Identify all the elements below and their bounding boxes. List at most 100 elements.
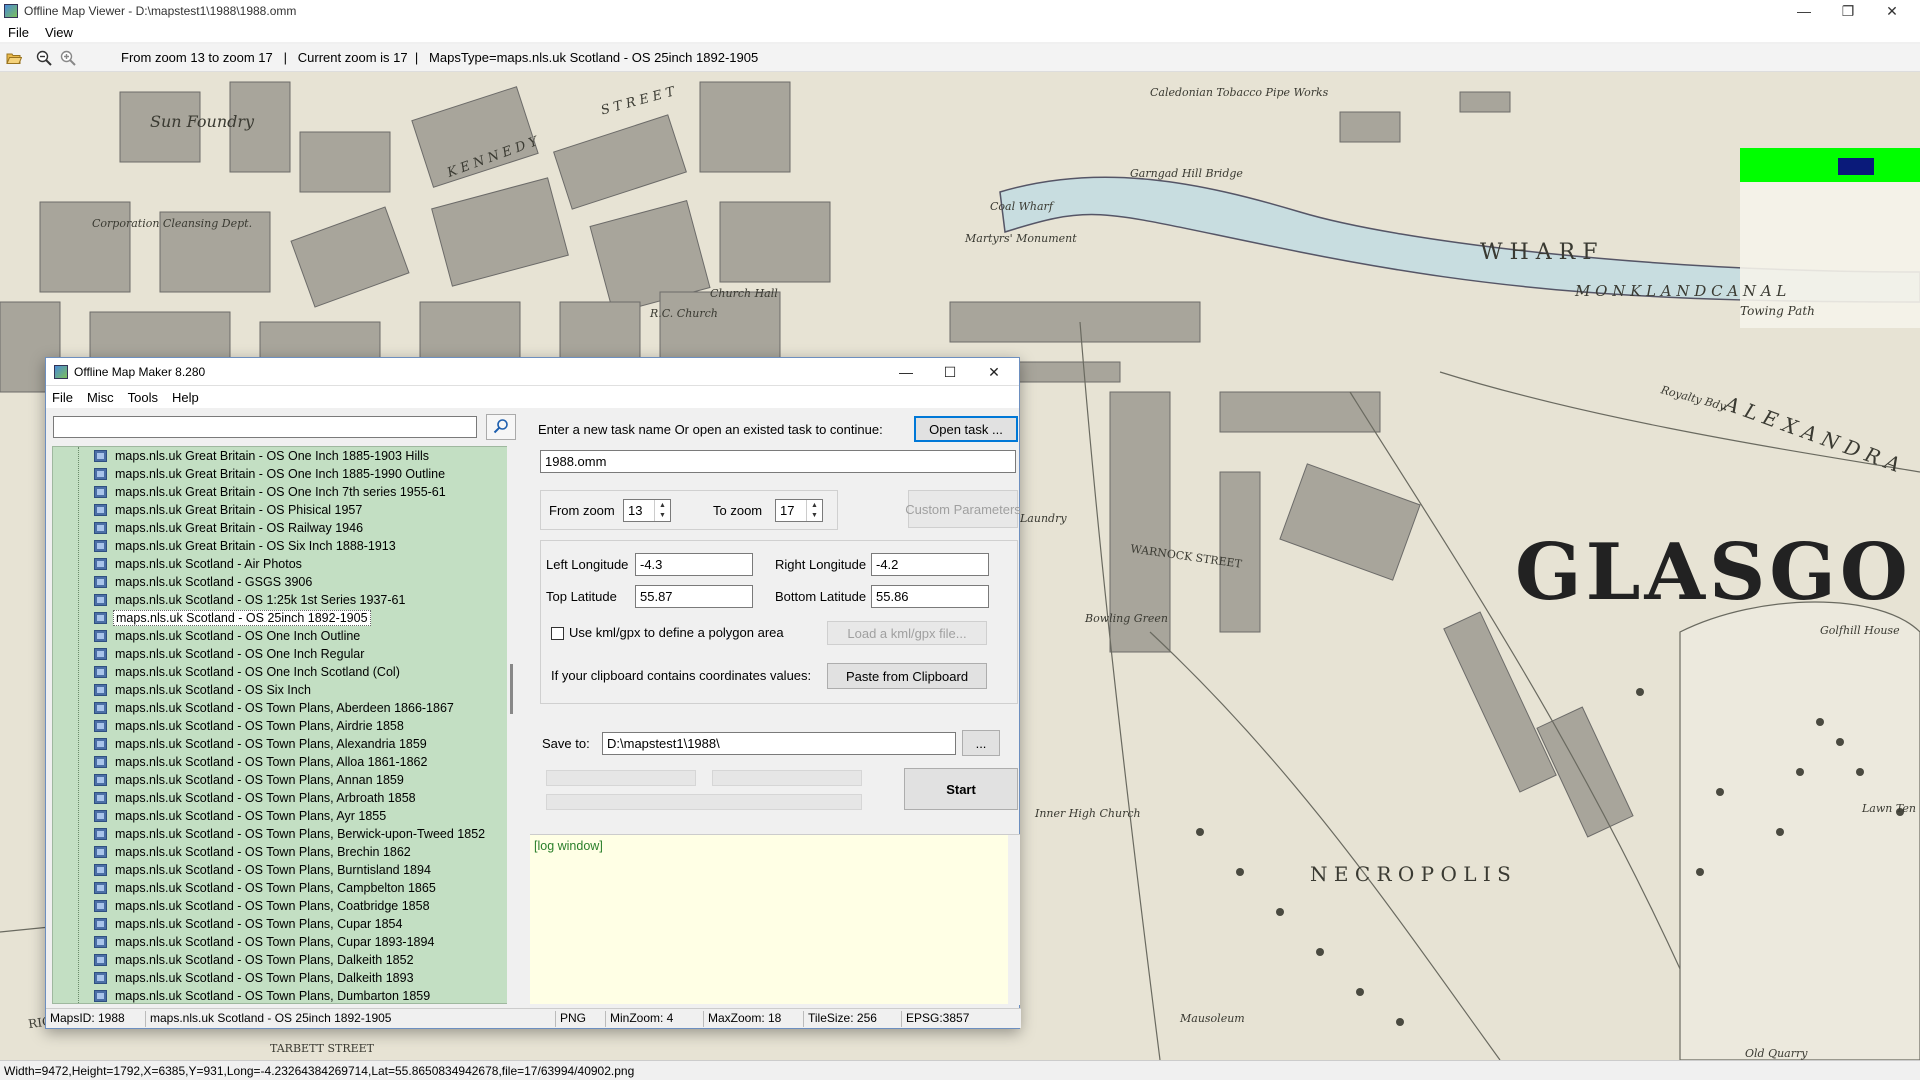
dialog-menu-tools[interactable]: Tools: [128, 390, 158, 405]
right-longitude-input[interactable]: -4.2: [871, 553, 989, 576]
bottom-latitude-input[interactable]: 55.86: [871, 585, 989, 608]
tree-item[interactable]: maps.nls.uk Scotland - OS Town Plans, Bu…: [53, 861, 511, 879]
spin-down-icon[interactable]: ▼: [807, 511, 822, 522]
progress-bar-3: [546, 794, 862, 810]
tree-item-label: maps.nls.uk Scotland - OS Town Plans, Ay…: [115, 809, 387, 823]
tree-item[interactable]: maps.nls.uk Scotland - OS Town Plans, Co…: [53, 897, 511, 915]
tree-item[interactable]: maps.nls.uk Great Britain - OS One Inch …: [53, 447, 511, 465]
tree-item-label: maps.nls.uk Scotland - OS Town Plans, Be…: [115, 827, 486, 841]
map-label-rc-church: R.C. Church: [650, 307, 718, 320]
tree-item[interactable]: maps.nls.uk Great Britain - OS Six Inch …: [53, 537, 511, 555]
to-zoom-label: To zoom: [713, 503, 763, 518]
tree-item[interactable]: maps.nls.uk Scotland - GSGS 3906: [53, 573, 511, 591]
map-label-mausoleum: Mausoleum: [1180, 1012, 1245, 1025]
tree-item[interactable]: maps.nls.uk Scotland - OS One Inch Outli…: [53, 627, 511, 645]
minimize-icon[interactable]: —: [1782, 0, 1826, 22]
search-button[interactable]: [486, 414, 516, 440]
map-label-coal-wharf: Coal Wharf: [990, 200, 1053, 213]
custom-parameters-button[interactable]: Custom Parameters: [905, 490, 1021, 528]
map-label-laundry: Laundry: [1020, 512, 1067, 525]
map-label-monkland-canal: M O N K L A N D C A N A L: [1575, 282, 1787, 300]
dialog-menu-help[interactable]: Help: [172, 390, 199, 405]
tree-item-label: maps.nls.uk Scotland - OS Town Plans, Bu…: [115, 863, 431, 877]
tree-item[interactable]: maps.nls.uk Scotland - OS Town Plans, Ay…: [53, 807, 511, 825]
top-latitude-input[interactable]: 55.87: [635, 585, 753, 608]
tree-item-label: maps.nls.uk Scotland - OS One Inch Outli…: [115, 629, 361, 643]
tree-scrollbar[interactable]: [507, 446, 517, 1004]
tree-item[interactable]: maps.nls.uk Scotland - OS 25inch 1892-19…: [53, 609, 511, 627]
tree-item[interactable]: maps.nls.uk Scotland - OS Town Plans, Cu…: [53, 915, 511, 933]
start-button[interactable]: Start: [904, 768, 1018, 810]
save-to-input[interactable]: D:\mapstest1\1988\: [602, 732, 956, 755]
tree-item[interactable]: maps.nls.uk Scotland - OS Town Plans, Da…: [53, 969, 511, 987]
tree-item[interactable]: maps.nls.uk Great Britain - OS Phisical …: [53, 501, 511, 519]
map-layer-icon: [94, 720, 107, 732]
use-kml-checkbox[interactable]: [551, 627, 564, 640]
tree-item[interactable]: maps.nls.uk Scotland - OS Town Plans, Ar…: [53, 789, 511, 807]
open-task-button[interactable]: Open task ...: [914, 416, 1018, 442]
log-window[interactable]: [log window]: [530, 834, 1020, 1005]
folder-open-icon[interactable]: [5, 49, 23, 67]
tree-item[interactable]: maps.nls.uk Great Britain - OS One Inch …: [53, 465, 511, 483]
left-longitude-input[interactable]: -4.3: [635, 553, 753, 576]
close-icon[interactable]: ✕: [1870, 0, 1914, 22]
dialog-maximize-icon[interactable]: ☐: [928, 358, 972, 386]
map-label-caledonian: Caledonian Tobacco Pipe Works: [1150, 86, 1329, 99]
dialog-close-icon[interactable]: ✕: [972, 358, 1016, 386]
spin-down-icon[interactable]: ▼: [655, 511, 670, 522]
menu-file[interactable]: File: [8, 25, 29, 40]
log-scrollbar[interactable]: [1008, 835, 1020, 1005]
tree-item[interactable]: maps.nls.uk Scotland - Air Photos: [53, 555, 511, 573]
menu-view[interactable]: View: [45, 25, 73, 40]
dialog-menu-misc[interactable]: Misc: [87, 390, 114, 405]
browse-folder-button[interactable]: ...: [962, 730, 1000, 756]
tree-item[interactable]: maps.nls.uk Great Britain - OS Railway 1…: [53, 519, 511, 537]
tree-item[interactable]: maps.nls.uk Scotland - OS Town Plans, Be…: [53, 825, 511, 843]
dialog-titlebar[interactable]: Offline Map Maker 8.280 — ☐ ✕: [46, 358, 1019, 386]
tree-item-label: maps.nls.uk Scotland - OS One Inch Regul…: [115, 647, 365, 661]
map-search-input[interactable]: [53, 416, 477, 438]
tree-item[interactable]: maps.nls.uk Scotland - OS Town Plans, Br…: [53, 843, 511, 861]
tree-item[interactable]: maps.nls.uk Scotland - OS One Inch Regul…: [53, 645, 511, 663]
map-type-tree[interactable]: maps.nls.uk Great Britain - OS One Inch …: [52, 446, 512, 1004]
tree-item[interactable]: maps.nls.uk Scotland - OS Town Plans, Ab…: [53, 699, 511, 717]
progress-bar-2: [712, 770, 862, 786]
dialog-menubar: File Misc Tools Help: [46, 386, 1019, 408]
status-maps-id: MapsID: 1988: [46, 1011, 146, 1027]
tree-item[interactable]: maps.nls.uk Scotland - OS Town Plans, Da…: [53, 951, 511, 969]
tree-item[interactable]: maps.nls.uk Scotland - OS Town Plans, Cu…: [53, 933, 511, 951]
tree-item[interactable]: maps.nls.uk Scotland - OS Town Plans, An…: [53, 771, 511, 789]
map-label-wharf: W H A R F: [1480, 240, 1598, 265]
map-label-inner-high: Inner High Church: [1035, 807, 1141, 820]
tree-scrollbar-thumb[interactable]: [510, 664, 513, 714]
zoom-out-icon[interactable]: [35, 49, 53, 67]
to-zoom-spinner[interactable]: 17 ▲ ▼: [775, 499, 823, 522]
map-label-lawn-tennis: Lawn Ten Ground: [1862, 802, 1920, 815]
task-name-input[interactable]: 1988.omm: [540, 450, 1016, 473]
tree-item-label: maps.nls.uk Scotland - OS Town Plans, Ab…: [115, 701, 454, 715]
tree-item[interactable]: maps.nls.uk Scotland - OS Town Plans, Ca…: [53, 879, 511, 897]
tree-item[interactable]: maps.nls.uk Scotland - OS Town Plans, Al…: [53, 735, 511, 753]
map-layer-icon: [94, 504, 107, 516]
tree-item[interactable]: maps.nls.uk Scotland - OS Town Plans, Du…: [53, 987, 511, 1003]
map-layer-icon: [94, 882, 107, 894]
load-kml-button[interactable]: Load a kml/gpx file...: [827, 621, 987, 645]
tree-item[interactable]: maps.nls.uk Scotland - OS Town Plans, Ai…: [53, 717, 511, 735]
from-zoom-label: From zoom: [549, 503, 615, 518]
zoom-in-icon[interactable]: [59, 49, 77, 67]
spin-up-icon[interactable]: ▲: [807, 500, 822, 511]
tree-item[interactable]: maps.nls.uk Scotland - OS Town Plans, Al…: [53, 753, 511, 771]
restore-icon[interactable]: ❐: [1826, 0, 1870, 22]
from-zoom-spinner[interactable]: 13 ▲ ▼: [623, 499, 671, 522]
right-longitude-label: Right Longitude: [775, 557, 867, 572]
tree-item[interactable]: maps.nls.uk Scotland - OS 1:25k 1st Seri…: [53, 591, 511, 609]
map-layer-icon: [94, 954, 107, 966]
tree-item[interactable]: maps.nls.uk Scotland - OS One Inch Scotl…: [53, 663, 511, 681]
map-layer-icon: [94, 648, 107, 660]
dialog-menu-file[interactable]: File: [52, 390, 73, 405]
paste-from-clipboard-button[interactable]: Paste from Clipboard: [827, 663, 987, 689]
tree-item[interactable]: maps.nls.uk Scotland - OS Six Inch: [53, 681, 511, 699]
spin-up-icon[interactable]: ▲: [655, 500, 670, 511]
tree-item[interactable]: maps.nls.uk Great Britain - OS One Inch …: [53, 483, 511, 501]
dialog-minimize-icon[interactable]: —: [884, 358, 928, 386]
